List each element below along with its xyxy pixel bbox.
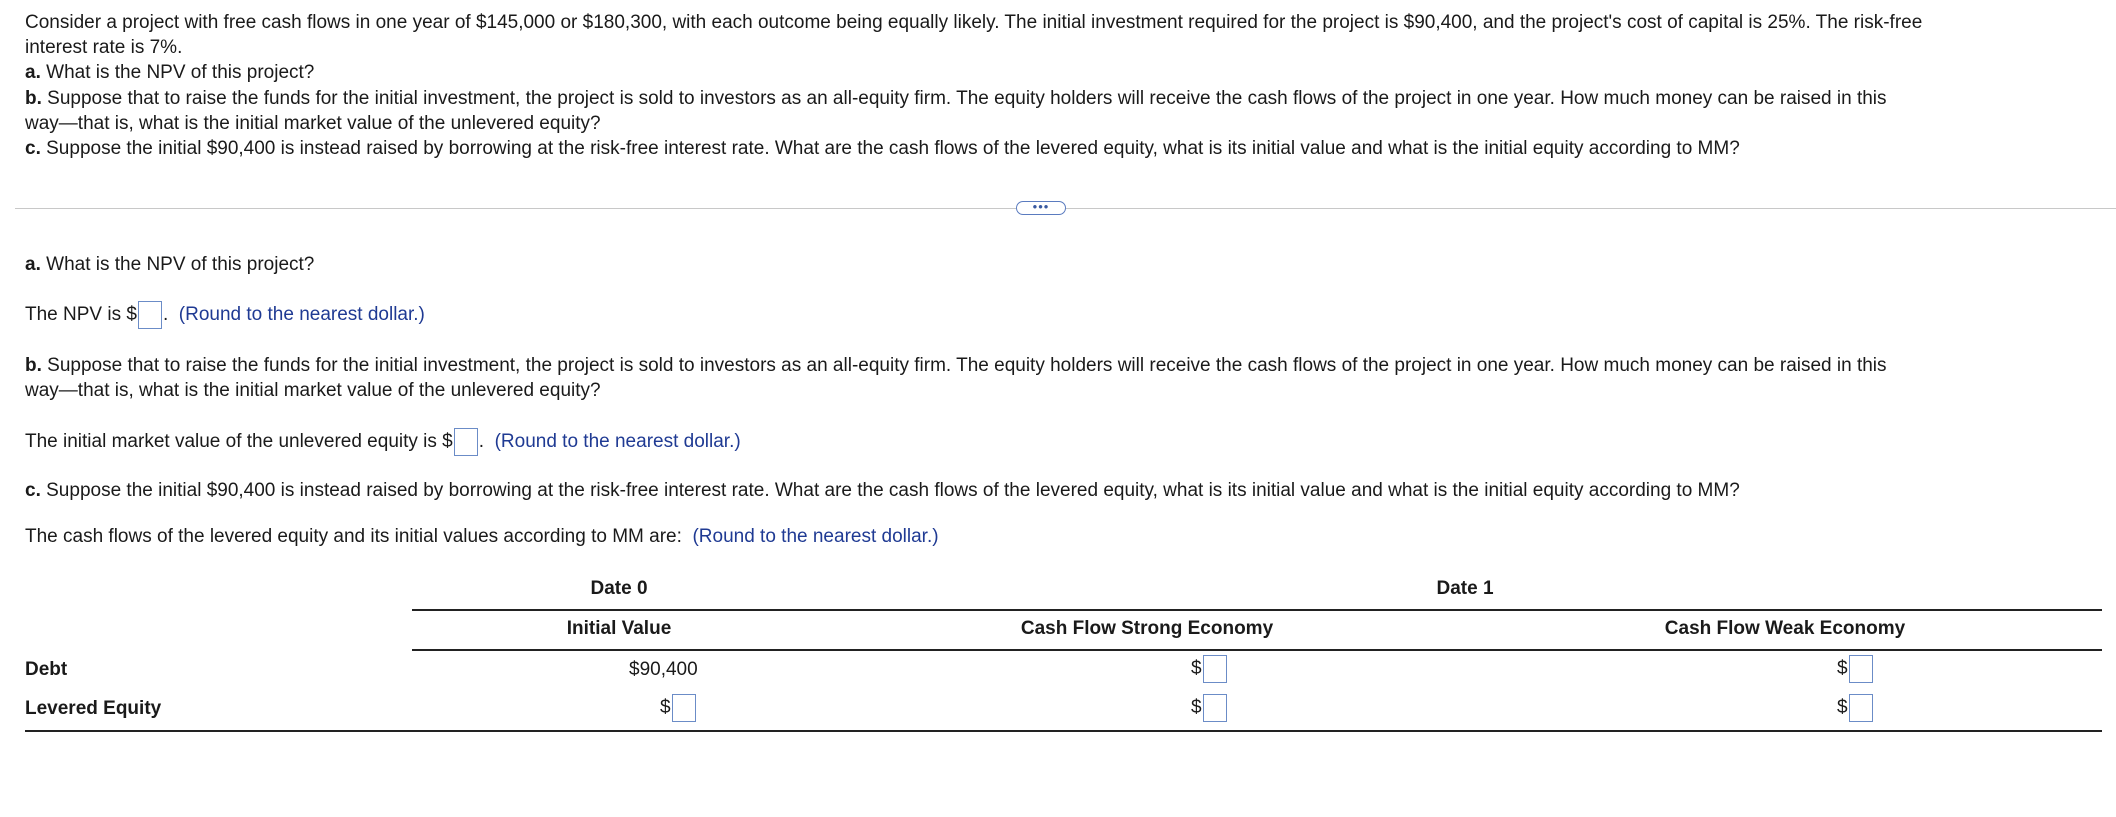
answer-suffix: .	[478, 431, 485, 453]
problem-line-2: interest rate is 7%.	[25, 37, 183, 58]
divider-left	[15, 208, 1016, 209]
answer-suffix: .	[162, 304, 169, 326]
answer-prefix: The initial market value of the unlevere…	[25, 431, 453, 453]
date-1-header: Date 1	[1436, 578, 1494, 599]
problem-part-b-cont: way—that is, what is the initial market …	[25, 113, 601, 134]
part-text: Suppose the initial $90,400 is instead r…	[40, 138, 1740, 159]
part-b-answer-line: The initial market value of the unlevere…	[25, 428, 741, 456]
dollar-sign: $	[1191, 697, 1202, 719]
intro-text: The cash flows of the levered equity and…	[25, 526, 682, 547]
part-text: Suppose that to raise the funds for the …	[41, 355, 1887, 376]
dollar-sign: $	[1837, 697, 1848, 719]
part-label: b.	[25, 355, 42, 376]
row-label-levered-equity: Levered Equity	[25, 698, 162, 719]
debt-weak-cell: $	[1837, 655, 1874, 683]
unlevered-equity-input[interactable]	[453, 428, 478, 456]
problem-part-c: c. Suppose the initial $90,400 is instea…	[25, 136, 1740, 162]
part-b-question-cont: way—that is, what is the initial market …	[25, 380, 601, 401]
divider-right	[1066, 208, 2116, 209]
part-text: Suppose that to raise the funds for the …	[41, 88, 1887, 109]
table-rule-header	[412, 649, 2102, 651]
part-label: c.	[25, 480, 41, 501]
levered-equity-initial-input[interactable]	[671, 694, 696, 722]
round-hint: (Round to the nearest dollar.)	[494, 431, 741, 453]
row-label-debt: Debt	[25, 659, 68, 680]
expand-more-button[interactable]: •••	[1016, 200, 1066, 215]
table-rule-top	[412, 609, 2102, 611]
debt-strong-cell: $	[1191, 655, 1228, 683]
problem-part-a: a. What is the NPV of this project?	[25, 60, 314, 86]
debt-strong-input[interactable]	[1202, 655, 1227, 683]
part-a-question: a. What is the NPV of this project?	[25, 252, 314, 278]
part-label: b.	[25, 88, 42, 109]
dollar-sign: $	[1837, 658, 1848, 680]
part-c-intro: The cash flows of the levered equity and…	[25, 524, 939, 550]
debt-initial-value: $90,400	[629, 659, 698, 680]
round-hint: (Round to the nearest dollar.)	[692, 526, 939, 547]
part-text: What is the NPV of this project?	[40, 254, 315, 275]
levered-equity-weak-cell: $	[1837, 694, 1874, 722]
part-a-answer-line: The NPV is $. (Round to the nearest doll…	[25, 301, 425, 329]
npv-input[interactable]	[137, 301, 162, 329]
table-rule-bottom	[25, 730, 2102, 732]
levered-equity-strong-cell: $	[1191, 694, 1228, 722]
part-label: a.	[25, 254, 41, 275]
debt-weak-input[interactable]	[1848, 655, 1873, 683]
dollar-sign: $	[660, 697, 671, 719]
levered-equity-initial-cell: $	[660, 694, 697, 722]
levered-equity-weak-input[interactable]	[1848, 694, 1873, 722]
part-text: Suppose the initial $90,400 is instead r…	[40, 480, 1740, 501]
col-initial-value: Initial Value	[566, 618, 672, 639]
part-b-question: b. Suppose that to raise the funds for t…	[25, 353, 1887, 379]
part-label: a.	[25, 62, 41, 83]
round-hint: (Round to the nearest dollar.)	[178, 304, 425, 326]
answer-prefix: The NPV is $	[25, 304, 137, 326]
levered-equity-strong-input[interactable]	[1202, 694, 1227, 722]
col-strong-economy: Cash Flow Strong Economy	[1020, 618, 1274, 639]
date-0-header: Date 0	[590, 578, 648, 599]
problem-line-1: Consider a project with free cash flows …	[25, 12, 1923, 33]
part-c-question: c. Suppose the initial $90,400 is instea…	[25, 478, 1740, 504]
part-text: What is the NPV of this project?	[40, 62, 315, 83]
col-weak-economy: Cash Flow Weak Economy	[1664, 618, 1906, 639]
problem-part-b: b. Suppose that to raise the funds for t…	[25, 86, 1887, 112]
dollar-sign: $	[1191, 658, 1202, 680]
part-label: c.	[25, 138, 41, 159]
